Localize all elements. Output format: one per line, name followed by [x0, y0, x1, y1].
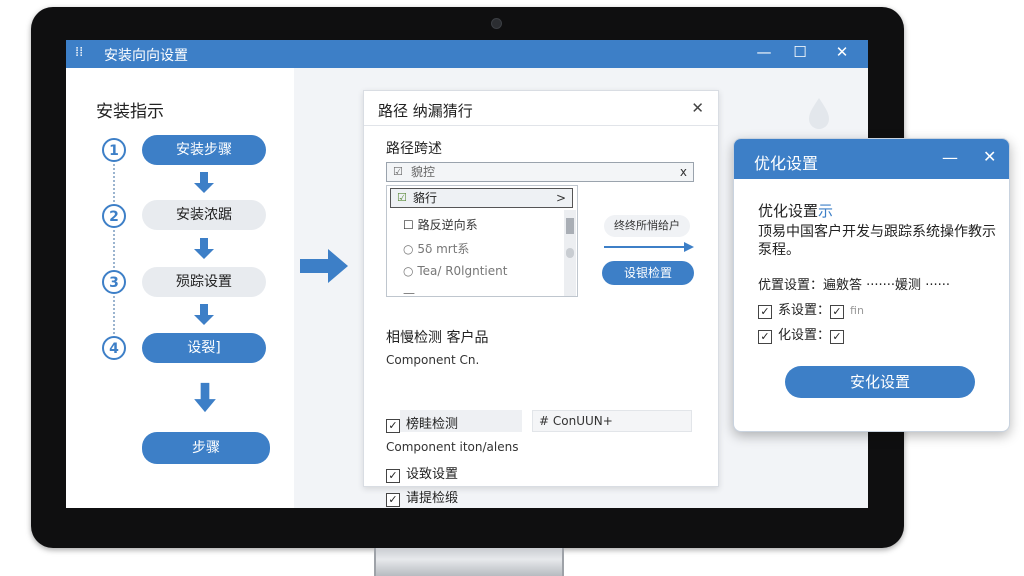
tree-selected-label: 貉行 [413, 191, 438, 205]
step-number-3: 3 [102, 270, 126, 294]
step-4-button[interactable]: 设裂] [142, 333, 266, 363]
step-number-2: 2 [102, 204, 126, 228]
step-2-button[interactable]: 安装浓踞 [142, 200, 266, 230]
option-label: 系设置： [778, 303, 831, 318]
drop-icon [809, 98, 829, 129]
window-title: 安装向向设置 [104, 48, 188, 64]
checkbox-icon: ☑ [397, 191, 407, 204]
option-row[interactable]: ✓ 系设置： ✓ fin [758, 299, 864, 319]
check-row[interactable]: ✓ 请提检缎 [386, 487, 458, 507]
option-row[interactable]: ✓ 化设置： ✓ [758, 324, 850, 344]
radio-icon: ○ [403, 264, 414, 278]
webcam [491, 18, 502, 29]
check-row[interactable]: ✓ 榜眭检测 [386, 413, 458, 433]
path-dialog: 路径 纳漏猜行 ✕ 路径跨述 ☑ 貌控 x ☑ 貉行 > ☐ 路反逆向系 ○ 5… [363, 90, 719, 507]
scrollbar-thumb[interactable] [566, 218, 574, 234]
down-arrow-icon [194, 172, 214, 193]
path-combo-value: 貌控 [411, 165, 436, 179]
checkbox[interactable]: ✓ [830, 305, 845, 319]
down-arrow-icon [194, 238, 214, 259]
option-label: 化设置： [778, 328, 831, 343]
apple-logo-icon [487, 520, 505, 540]
radio-icon: ○ [403, 242, 414, 256]
step-number-4: 4 [102, 336, 126, 360]
tree-item[interactable]: ☐ 路反逆向系 [403, 216, 478, 233]
checkbox[interactable]: ✓ [386, 419, 400, 433]
path-combo[interactable]: ☑ 貌控 x [386, 162, 694, 182]
checkbox[interactable]: ✓ [758, 330, 772, 344]
tree-item[interactable]: — [403, 286, 415, 297]
checkbox-icon: ☐ [403, 218, 414, 232]
tree-item-label: Tea/ R0lgntient [417, 264, 508, 278]
tree-item[interactable]: ○ Tea/ R0lgntient [403, 264, 507, 278]
close-button[interactable]: ✕ [983, 147, 996, 166]
check-row-label: 设致设置 [406, 467, 459, 482]
window-titlebar: ⁞⁞ 安装向向设置 — ☐ ✕ [66, 40, 868, 68]
optimize-dialog-titlebar: 优化设置 — ✕ [734, 139, 1009, 179]
path-section-label: 路径跨述 [386, 141, 442, 157]
check-row-label: 榜眭检测 [406, 417, 459, 432]
tree-item[interactable]: ○ 5δ mrt系 [403, 240, 469, 257]
final-step-button[interactable]: 步骤 [142, 432, 270, 464]
check-row-label: 请提检缎 [406, 491, 459, 506]
optimize-dialog-title: 优化设置 [754, 154, 819, 173]
step-number-1: 1 [102, 138, 126, 162]
path-dialog-title: 路径 纳漏猜行 [378, 102, 473, 120]
tree-item-label: 5δ mrt系 [417, 242, 470, 256]
down-arrow-icon [194, 304, 214, 325]
guide-title: 安装指示 [96, 102, 164, 122]
right-arrow-icon [300, 249, 348, 283]
clear-icon[interactable]: x [680, 163, 687, 181]
component-label: Component Cn. [386, 353, 480, 367]
optimize-dialog: 优化设置 — ✕ 优化设置示 顶易中国客户开发与跟踪系统操作教示泵程。 优置设置… [733, 138, 1010, 432]
step-1-button[interactable]: 安装步骤 [142, 135, 266, 165]
minimize-button[interactable]: — [942, 148, 958, 167]
path-tree: ☑ 貉行 > ☐ 路反逆向系 ○ 5δ mrt系 ○ Tea/ R0lgntie… [386, 185, 578, 297]
checkbox[interactable]: ✓ [386, 469, 400, 483]
maximize-button[interactable]: ☐ [790, 43, 810, 61]
check-row[interactable]: ✓ 设致设置 [386, 463, 458, 483]
checkbox[interactable]: ✓ [758, 305, 772, 319]
right-arrow-icon [604, 242, 694, 252]
detect-button[interactable]: 设银检置 [602, 261, 694, 285]
tree-scrollbar[interactable] [564, 210, 576, 296]
close-button[interactable]: ✕ [832, 43, 852, 61]
down-arrow-icon [194, 382, 216, 413]
scrollbar-thumb[interactable] [566, 248, 574, 258]
chevron-right-icon: > [555, 191, 566, 205]
optimize-heading: 优化设置示 [758, 200, 833, 221]
component-label: Component iton/alens [386, 440, 519, 454]
step-connector [113, 230, 115, 268]
minimize-button[interactable]: — [754, 43, 774, 61]
option-trailing-text: fin [850, 304, 864, 317]
checkbox-icon: ☑ [393, 165, 403, 178]
optimize-heading-accent: 示 [818, 202, 834, 220]
tree-selected-item[interactable]: ☑ 貉行 > [390, 188, 573, 208]
checkbox[interactable]: ✓ [386, 493, 400, 507]
grid-dots-icon: ⁞⁞ [75, 45, 84, 60]
optimize-heading-main: 优化设置 [758, 202, 819, 220]
optimize-description: 顶易中国客户开发与跟踪系统操作教示泵程。 [758, 224, 996, 258]
detection-section-label: 相慢检测 客户品 [386, 330, 489, 346]
checkbox[interactable]: ✓ [830, 330, 845, 344]
step-3-button[interactable]: 殒踪设置 [142, 267, 266, 297]
divider [364, 125, 718, 126]
apply-optimize-button[interactable]: 安化设置 [785, 366, 975, 398]
tree-item-marker: — [403, 286, 415, 297]
tree-item-label: 路反逆向系 [417, 218, 478, 232]
side-label: 终终所悄给户 [604, 215, 690, 237]
step-connector [113, 296, 115, 334]
path-dialog-close-button[interactable]: ✕ [691, 99, 704, 117]
step-connector [113, 164, 115, 202]
monitor-stand [374, 548, 564, 576]
component-field[interactable]: # ConUUN+ [532, 410, 692, 432]
setting-row: 优置设置：遍敫答 ·······媛测 ······ [758, 278, 950, 293]
